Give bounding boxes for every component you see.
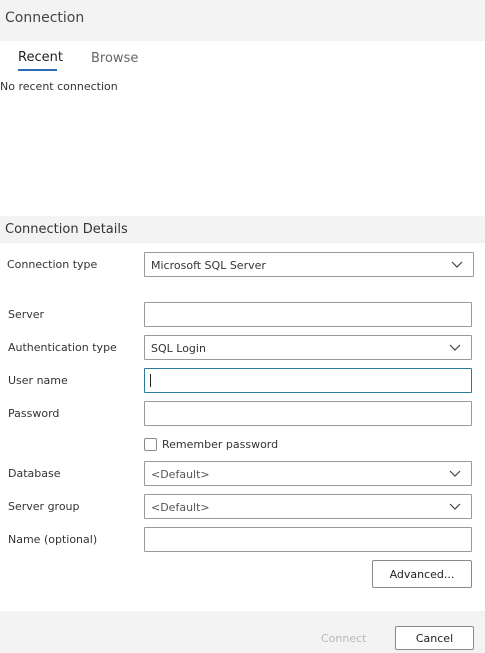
auth-type-value: SQL Login	[151, 342, 206, 355]
server-group-select[interactable]: <Default>	[144, 494, 472, 519]
name-field[interactable]	[144, 527, 472, 552]
database-label: Database	[8, 467, 61, 480]
server-input[interactable]	[146, 304, 470, 325]
remember-password-checkbox[interactable]	[144, 438, 157, 451]
chevron-down-icon	[451, 261, 463, 268]
recent-empty-text: No recent connection	[0, 80, 118, 93]
chevron-down-icon	[449, 503, 461, 510]
server-group-value: <Default>	[151, 501, 210, 514]
auth-type-label: Authentication type	[8, 341, 117, 354]
database-value: <Default>	[151, 468, 210, 481]
tab-browse[interactable]: Browse	[91, 51, 138, 66]
connect-button[interactable]: Connect	[321, 632, 366, 645]
connection-type-label: Connection type	[7, 258, 98, 271]
server-label: Server	[8, 308, 45, 321]
password-label: Password	[8, 407, 60, 420]
active-tab-indicator	[18, 69, 57, 71]
chevron-down-icon	[449, 344, 461, 351]
remember-password-label[interactable]: Remember password	[162, 438, 278, 451]
connection-type-value: Microsoft SQL Server	[151, 259, 266, 272]
advanced-button[interactable]: Advanced...	[372, 560, 472, 588]
dialog-title: Connection	[5, 10, 85, 26]
chevron-down-icon	[449, 470, 461, 477]
database-select[interactable]: <Default>	[144, 461, 472, 486]
password-input[interactable]	[146, 403, 470, 424]
server-field[interactable]	[144, 302, 472, 327]
cancel-button[interactable]: Cancel	[395, 626, 474, 650]
auth-type-select[interactable]: SQL Login	[144, 335, 472, 360]
user-name-label: User name	[8, 374, 68, 387]
tab-recent[interactable]: Recent	[18, 50, 63, 65]
name-label: Name (optional)	[8, 533, 98, 546]
text-cursor	[150, 374, 151, 387]
server-group-label: Server group	[8, 500, 80, 513]
user-name-field[interactable]	[144, 368, 472, 393]
password-field[interactable]	[144, 401, 472, 426]
details-title: Connection Details	[5, 222, 128, 237]
name-input[interactable]	[146, 529, 470, 550]
connection-type-select[interactable]: Microsoft SQL Server	[144, 252, 474, 277]
